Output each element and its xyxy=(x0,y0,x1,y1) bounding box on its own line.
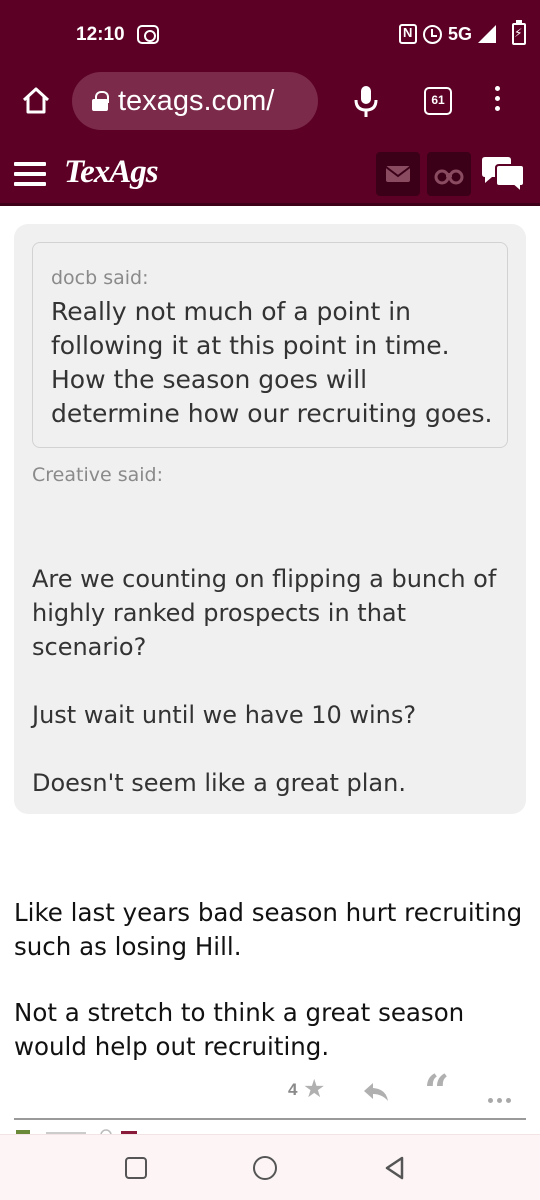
quote-icon[interactable]: “ xyxy=(424,1070,449,1114)
reply-paragraph: Like last years bad season hurt recruiti… xyxy=(14,898,523,961)
inner-quote-block: docb said: Really not much of a point in… xyxy=(32,242,508,448)
chat-bubbles-icon[interactable] xyxy=(480,156,526,194)
post-divider xyxy=(14,1118,526,1120)
signal-icon xyxy=(478,25,496,43)
status-indicators: 5G xyxy=(398,20,526,47)
outer-quote-block: docb said: Really not much of a point in… xyxy=(14,224,526,814)
lock-icon xyxy=(92,91,109,111)
alarm-icon xyxy=(422,24,442,44)
inner-quote-text: Really not much of a point in following … xyxy=(51,297,493,428)
star-icon[interactable]: ★ xyxy=(303,1076,325,1101)
hamburger-menu-icon[interactable] xyxy=(14,162,46,186)
screen-record-icon xyxy=(137,25,159,44)
binoculars-icon xyxy=(434,169,464,185)
mail-icon xyxy=(385,166,411,182)
network-type: 5G xyxy=(447,23,472,44)
reply-icon[interactable] xyxy=(362,1080,390,1104)
tab-switcher-button[interactable]: 61 xyxy=(424,87,452,115)
status-bar: 12:10 5G xyxy=(0,0,540,66)
home-button-icon[interactable] xyxy=(253,1156,277,1180)
post-actions: 4 ★ “ xyxy=(0,1070,540,1114)
back-icon[interactable] xyxy=(382,1155,408,1181)
reply-paragraph: Not a stretch to think a great season wo… xyxy=(14,998,465,1061)
system-navigation-bar xyxy=(0,1134,540,1200)
microphone-icon[interactable] xyxy=(352,84,380,120)
inner-quote-author[interactable]: docb said: xyxy=(51,267,149,289)
outer-quote-paragraph: Just wait until we have 10 wins? xyxy=(32,701,417,729)
thread-content: docb said: Really not much of a point in… xyxy=(0,206,540,1134)
watched-threads-button[interactable] xyxy=(427,152,471,196)
status-time: 12:10 xyxy=(76,24,125,45)
site-header: TexAgs xyxy=(0,142,540,206)
outer-quote-paragraph: Are we counting on flipping a bunch of h… xyxy=(32,565,497,661)
next-post-avatar-partial xyxy=(16,1129,137,1134)
url-text: texags.com/ xyxy=(118,84,275,117)
outer-quote-author[interactable]: Creative said: xyxy=(32,464,163,486)
recent-apps-icon[interactable] xyxy=(125,1157,147,1179)
browser-menu-icon[interactable] xyxy=(492,86,502,116)
site-logo[interactable]: TexAgs xyxy=(64,154,159,191)
nfc-icon xyxy=(398,24,417,44)
home-icon[interactable] xyxy=(20,84,52,116)
more-options-icon[interactable] xyxy=(488,1088,516,1103)
address-bar[interactable]: texags.com/ xyxy=(72,72,318,130)
star-count: 4 xyxy=(288,1080,298,1099)
outer-quote-paragraph: Doesn't seem like a great plan. xyxy=(32,769,406,797)
messages-button[interactable] xyxy=(376,152,420,196)
battery-icon xyxy=(512,20,526,45)
browser-toolbar: texags.com/ 61 xyxy=(0,66,540,142)
